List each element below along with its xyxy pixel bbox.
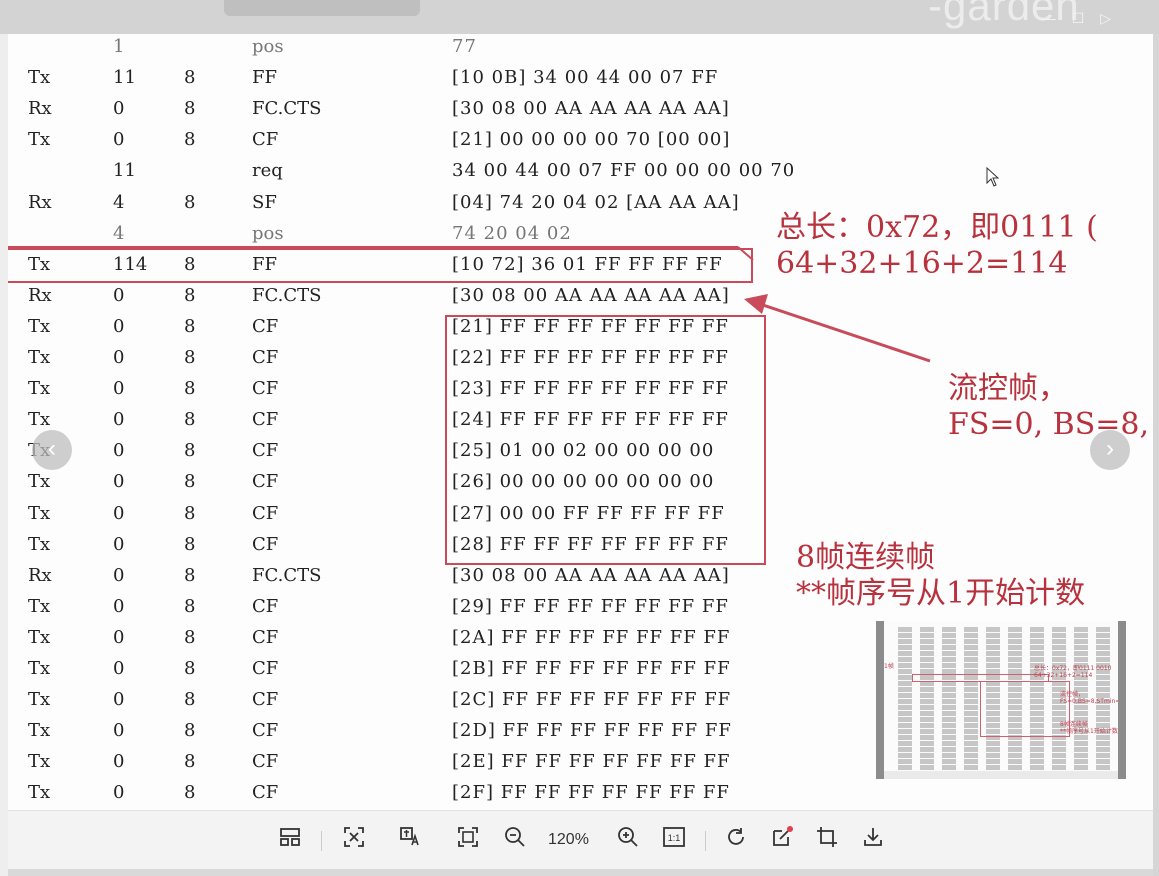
background-page-edge-right <box>1153 34 1159 876</box>
toolbar-divider <box>705 831 706 851</box>
zoom-out-icon[interactable] <box>500 825 530 855</box>
chevron-right-icon: › <box>1106 435 1114 462</box>
minimap-highlight-box <box>980 681 1070 737</box>
minimap-border-right <box>1118 621 1126 779</box>
minimap-line <box>898 645 1118 650</box>
annotation-total-length: 总长：0x72，即0111 ( 64+32+16+2=114 <box>776 210 1098 281</box>
chevron-left-icon: ‹ <box>48 435 56 462</box>
minimap-line <box>898 747 1118 752</box>
translate-icon[interactable] <box>396 825 426 855</box>
previous-image-button[interactable]: ‹ <box>32 430 72 470</box>
minimap-thumbnail[interactable]: 总长：0x72，即0111 0010 64+32+16+2=114 流控帧， F… <box>876 621 1126 779</box>
annotation-flow-control: 流控帧， FS=0, BS=8, S <box>948 371 1150 442</box>
svg-text:1:1: 1:1 <box>668 833 681 843</box>
drag-handle[interactable] <box>224 0 420 16</box>
minimap-annotation-consec: 8帧连续帧 **帧序号从1开始计数 <box>1060 721 1118 735</box>
minimap-line <box>898 759 1118 764</box>
layout-icon[interactable] <box>275 825 305 855</box>
rotate-icon[interactable] <box>721 825 751 855</box>
minimap-line <box>898 651 1118 656</box>
background-page-edge <box>0 34 8 876</box>
minimap-line <box>898 741 1118 746</box>
next-image-button[interactable]: › <box>1090 430 1130 470</box>
edit-icon[interactable] <box>767 825 797 855</box>
minimap-border-left <box>876 621 884 779</box>
minimap-annotation-total: 总长：0x72，即0111 0010 64+32+16+2=114 <box>1034 665 1112 679</box>
title-bar: -garden — ☐ ▷ <box>0 0 1159 34</box>
download-icon[interactable] <box>858 825 888 855</box>
crop-icon[interactable] <box>812 825 842 855</box>
image-viewer-canvas[interactable]: 1 pos 77 Tx 11 8 FF [10 0B] 34 00 44 00 07 FF Rx… <box>8 34 1153 810</box>
minimap-line <box>898 633 1118 638</box>
fit-page-icon[interactable] <box>339 825 369 855</box>
minimap-line <box>898 765 1118 770</box>
window-controls: — ☐ ▷ <box>1030 10 1111 27</box>
mouse-cursor-icon <box>986 167 1000 187</box>
fullscreen-icon[interactable] <box>453 825 483 855</box>
play-button[interactable]: ▷ <box>1100 10 1111 26</box>
maximize-button[interactable]: ☐ <box>1072 10 1085 26</box>
viewer-toolbar: 120% 1:1 <box>8 810 1153 869</box>
minimap-line <box>898 657 1118 662</box>
minimap-line <box>898 639 1118 644</box>
zoom-level-label: 120% <box>548 831 589 848</box>
minimap-side-label: 1帧 <box>884 663 894 670</box>
minimap-annotation-flow: 流控帧， FS=0,BS=8,STmin=0 <box>1060 691 1125 705</box>
minimize-button[interactable]: — <box>1042 10 1056 26</box>
toolbar-divider <box>321 831 322 851</box>
actual-size-icon[interactable]: 1:1 <box>659 825 689 855</box>
annotation-consecutive-frames: 8帧连续帧 **帧序号从1开始计数 <box>796 540 1086 611</box>
minimap-line <box>898 627 1118 632</box>
zoom-in-icon[interactable] <box>613 825 643 855</box>
minimap-line <box>898 753 1118 758</box>
minimap-viewport: 总长：0x72，即0111 0010 64+32+16+2=114 流控帧， F… <box>884 621 1124 771</box>
